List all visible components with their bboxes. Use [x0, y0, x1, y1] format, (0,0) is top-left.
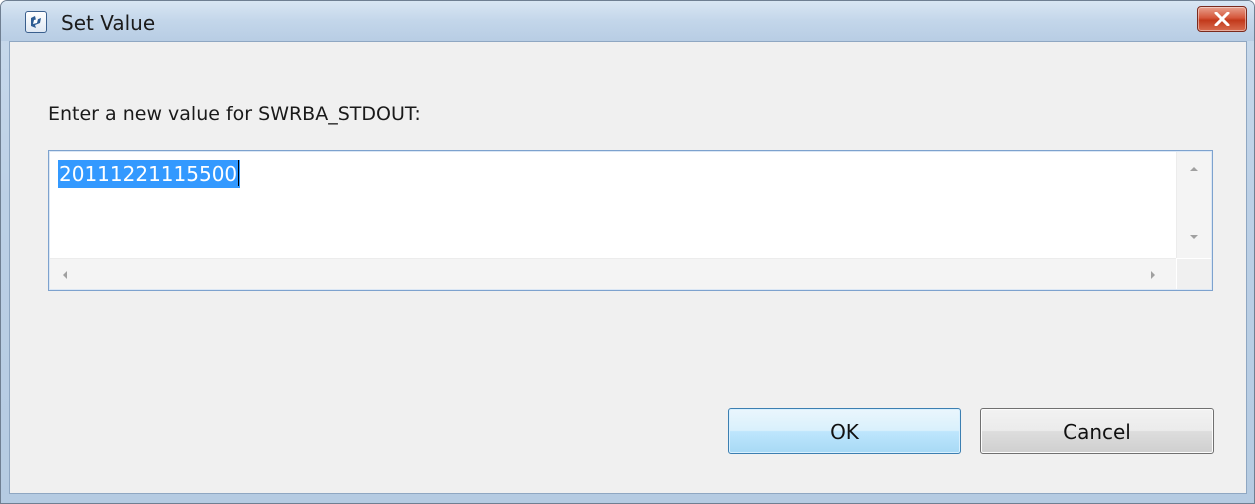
text-caret: [238, 160, 240, 186]
scroll-left-icon[interactable]: [62, 270, 68, 280]
window-title: Set Value: [61, 11, 156, 35]
ok-button[interactable]: OK: [728, 408, 961, 454]
horizontal-scrollbar[interactable]: [50, 258, 1176, 289]
app-icon: [25, 11, 47, 33]
close-button[interactable]: [1197, 6, 1247, 32]
dialog-client-area: Enter a new value for SWRBA_STDOUT: 2011…: [9, 41, 1247, 494]
scroll-right-icon[interactable]: [1150, 270, 1156, 280]
scroll-down-icon[interactable]: [1189, 234, 1199, 240]
prompt-label: Enter a new value for SWRBA_STDOUT:: [48, 103, 421, 125]
vertical-scrollbar[interactable]: [1176, 152, 1211, 258]
value-text: 20111221115500: [59, 162, 238, 186]
set-value-dialog: Set Value Enter a new value for SWRBA_ST…: [0, 0, 1255, 504]
close-icon: [1214, 12, 1230, 26]
selected-value-text: 20111221115500: [58, 160, 241, 188]
cancel-button[interactable]: Cancel: [980, 408, 1214, 454]
title-bar[interactable]: Set Value: [1, 1, 1254, 41]
value-textarea[interactable]: 20111221115500: [48, 150, 1213, 291]
scroll-up-icon[interactable]: [1189, 166, 1199, 172]
scrollbar-corner: [1177, 259, 1211, 289]
